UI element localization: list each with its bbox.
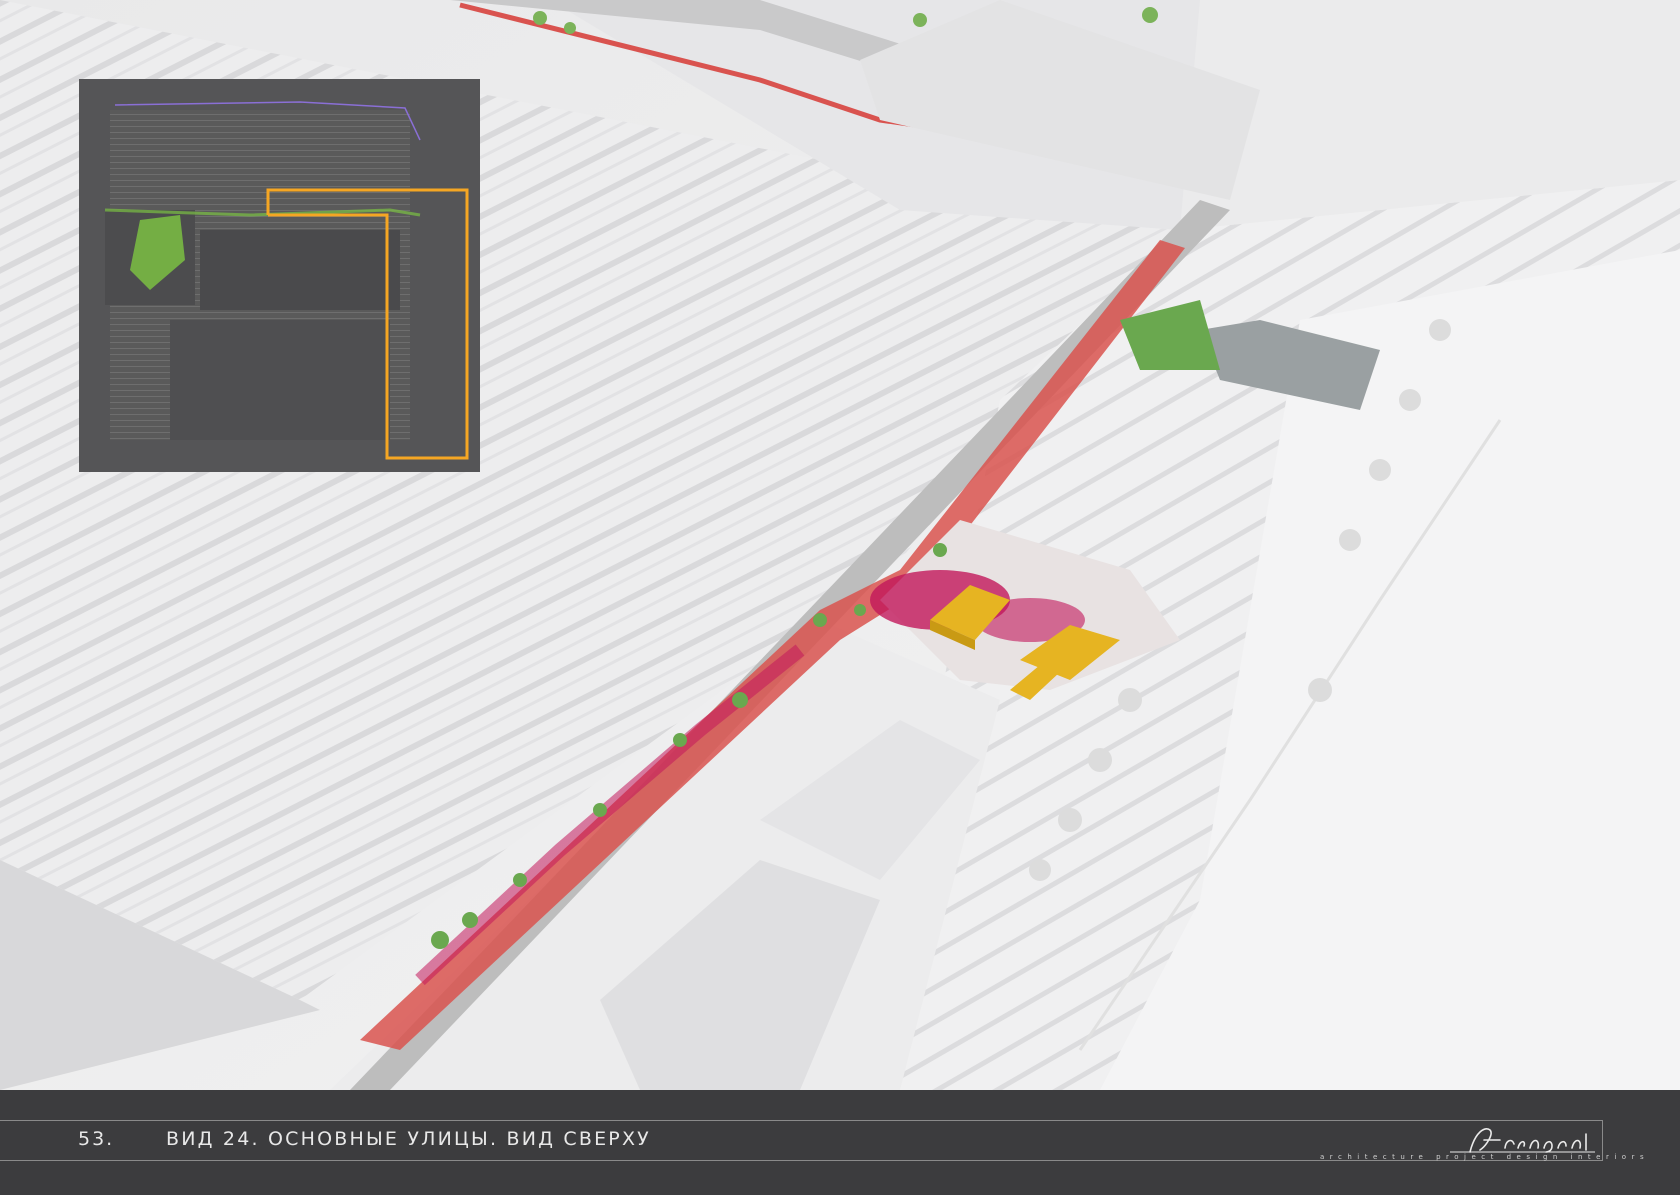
masterplan-inset xyxy=(79,79,480,472)
footer-bar: 53. ВИД 24. ОСНОВНЫЕ УЛИЦЫ. ВИД СВЕРХУ a… xyxy=(0,1090,1680,1195)
aerial-view-render xyxy=(0,0,1680,1090)
page-number: 53. xyxy=(78,1128,115,1150)
view-caption: ВИД 24. ОСНОВНЫЕ УЛИЦЫ. ВИД СВЕРХУ xyxy=(166,1128,651,1150)
logo-tagline: architecture project design interiors xyxy=(1320,1153,1650,1161)
footer-rule-top xyxy=(0,1120,1603,1121)
